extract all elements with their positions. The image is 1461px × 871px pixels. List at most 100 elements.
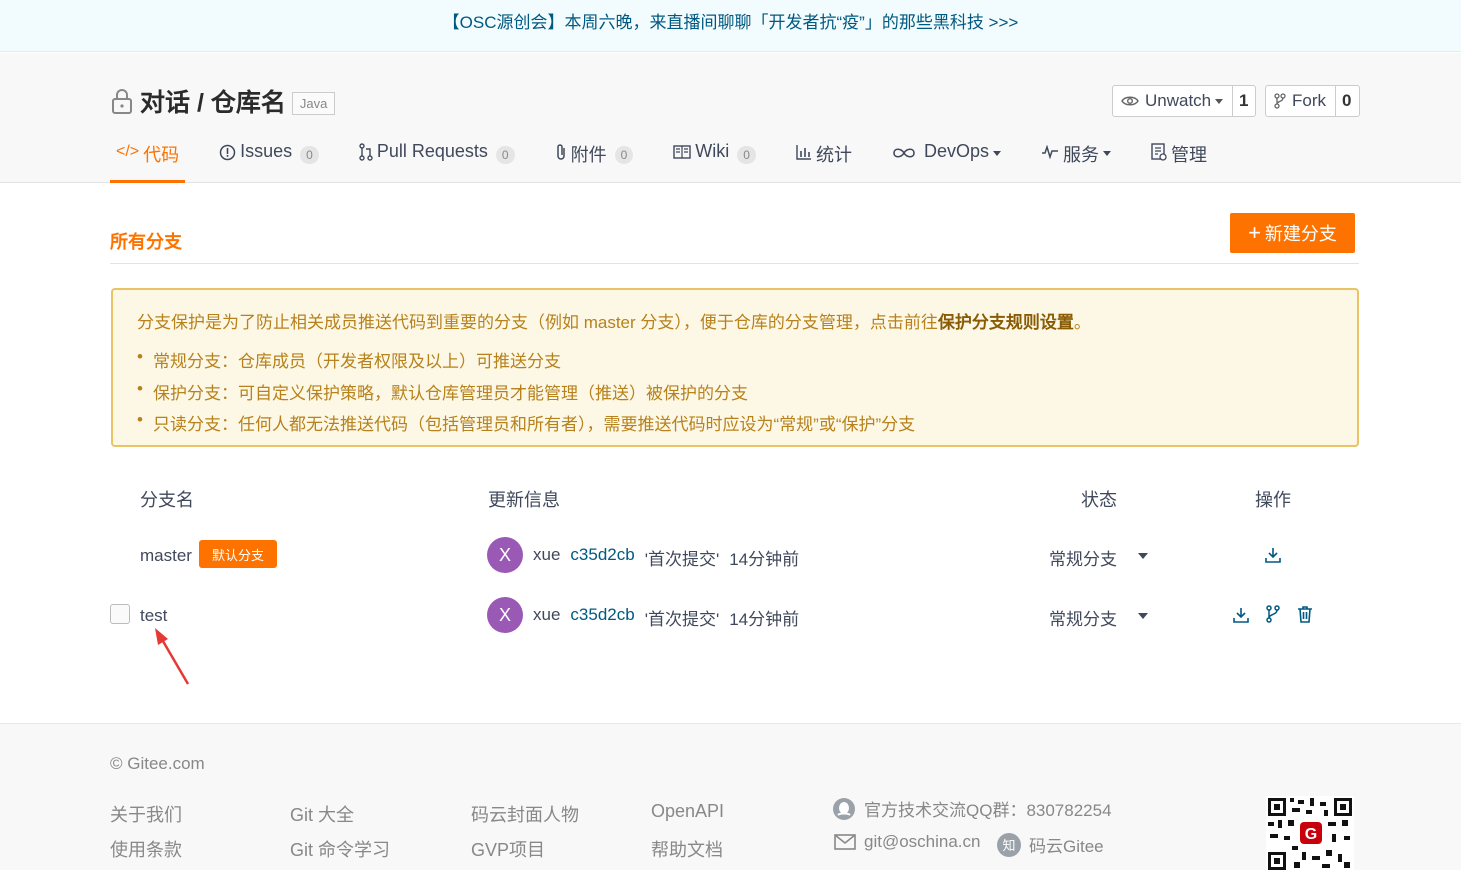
pull-request-icon [359,141,373,161]
footer-link-about[interactable]: 关于我们 [110,801,182,827]
tab-count-badge: 0 [300,146,319,164]
settings-doc-icon [1151,141,1167,161]
chevron-down-icon [1103,151,1112,156]
commit-message: '首次提交' [644,550,720,569]
new-branch-button[interactable]: + 新建分支 [1230,213,1355,253]
repo-name[interactable]: 对话 / 仓库名 [140,83,286,119]
infinity-icon [892,141,916,159]
announcement-link[interactable]: 【OSC源创会】本周六晚，来直播间聊聊「开发者抗“疫”」的那些黑科技 >>> [443,13,1019,32]
branch-status-dropdown[interactable]: 常规分支 [1049,545,1117,570]
copyright: © Gitee.com [110,754,205,773]
commit-hash-link[interactable]: c35d2cb [570,605,634,630]
unwatch-button[interactable]: Unwatch [1113,86,1233,116]
author-link[interactable]: xue [533,605,560,630]
zhihu-link[interactable]: 码云Gitee [1029,832,1104,857]
notice-item-text: 常规分支：仓库成员（开发者权限及以上）可推送分支 [153,352,561,371]
tab-stats[interactable]: 统计 [790,141,858,183]
tab-pull-requests[interactable]: Pull Requests 0 [353,141,521,183]
divider [110,263,1359,264]
chevron-down-icon [993,151,1002,156]
column-header-ops: 操作 [1255,490,1291,510]
column-header-name: 分支名 [140,490,194,510]
code-icon: </> [116,143,140,160]
tab-issues[interactable]: Issues 0 [213,141,325,183]
repo-tabs: </> 代码 Issues 0 Pull Requests 0 附件 0 Wik… [110,141,1241,183]
tab-label: 统计 [815,145,852,165]
fork-button[interactable]: Fork [1266,86,1336,116]
paperclip-icon [555,141,567,161]
footer-link-terms[interactable]: 使用条款 [110,836,182,862]
branch-name-link[interactable]: test [140,606,167,626]
svg-text:G: G [1305,826,1317,843]
notice-item-text: 只读分支：任何人都无法推送代码（包括管理员和所有者），需要推送代码时应设为“常规… [153,415,916,434]
bullet: • [137,410,143,429]
tab-services[interactable]: 服务 [1035,141,1117,183]
notice-item: • 常规分支：仓库成员（开发者权限及以上）可推送分支 [137,347,561,372]
tab-wiki[interactable]: Wiki 0 [667,141,762,183]
branch-protection-notice: 分支保护是为了防止相关成员推送代码到重要的分支（例如 master 分支），便于… [111,288,1359,447]
footer-link-gvp[interactable]: GVP项目 [471,836,545,862]
lock-icon [112,89,132,114]
new-branch-label: 新建分支 [1264,224,1337,244]
chevron-down-icon[interactable] [1138,613,1148,619]
tab-attachments[interactable]: 附件 0 [549,141,640,183]
fork-icon [1274,93,1286,109]
announcement-banner[interactable]: 【OSC源创会】本周六晚，来直播间聊聊「开发者抗“疫”」的那些黑科技 >>> [0,0,1461,52]
protection-rules-link[interactable]: 保护分支规则设置 [938,313,1074,332]
notice-lead-end: 。 [1073,313,1091,332]
commit-message: '首次提交' [644,610,720,629]
tab-count-badge: 0 [737,146,756,164]
tab-label: Issues [240,141,293,161]
tab-label: 管理 [1171,145,1208,165]
avatar[interactable]: X [487,597,523,633]
watch-count[interactable]: 1 [1233,86,1254,116]
footer-link-help[interactable]: 帮助文档 [651,836,723,862]
email-info: git@oschina.cn [834,832,981,852]
arrow-annotation-icon [155,628,190,685]
email-link[interactable]: git@oschina.cn [864,832,981,852]
download-icon[interactable] [1232,606,1250,624]
repo-header: 对话 / 仓库名 Java Unwatch 1 Fork 0 </> 代码 Is… [0,53,1461,183]
section-title: 所有分支 [110,232,182,252]
commit-time: 14分钟前 [729,610,800,629]
branch-name-link[interactable]: master [140,546,192,566]
zhihu-icon: 知 [997,832,1021,857]
commit-hash-link[interactable]: c35d2cb [570,545,634,570]
column-header-update: 更新信息 [488,490,560,510]
qq-icon [833,797,855,820]
tab-label: Pull Requests [376,141,488,161]
download-icon[interactable] [1264,546,1282,564]
tab-label: DevOps [923,141,990,161]
book-icon [673,141,691,159]
default-branch-badge: 默认分支 [199,540,277,568]
merge-branch-icon[interactable] [1264,605,1282,623]
plus-icon: + [1248,220,1261,245]
footer-link-openapi[interactable]: OpenAPI [651,801,724,822]
notice-item: • 只读分支：任何人都无法推送代码（包括管理员和所有者），需要推送代码时应设为“常… [137,410,915,435]
branch-status-dropdown[interactable]: 常规分支 [1049,605,1117,630]
tab-manage[interactable]: 管理 [1145,141,1213,183]
chevron-down-icon[interactable] [1138,553,1148,559]
branch-select-checkbox[interactable] [110,604,130,624]
issue-icon [219,141,236,161]
avatar[interactable]: X [487,537,523,573]
author-link[interactable]: xue [533,545,560,570]
commit-info: xue c35d2cb '首次提交' 14分钟前 [533,605,799,630]
language-badge[interactable]: Java [291,91,336,115]
tab-count-badge: 0 [495,146,515,164]
tab-label: 服务 [1063,145,1100,165]
tab-devops[interactable]: DevOps [886,141,1007,183]
footer-link-git-commands[interactable]: Git 命令学习 [290,836,390,862]
zhihu-info: 知 码云Gitee [997,832,1104,857]
notice-lead-text: 分支保护是为了防止相关成员推送代码到重要的分支（例如 master 分支），便于… [137,313,938,332]
bullet: • [137,347,143,366]
tab-label: 附件 [570,145,607,165]
footer-link-cover-people[interactable]: 码云封面人物 [471,801,579,827]
tab-code[interactable]: </> 代码 [110,141,186,183]
unwatch-label: Unwatch [1145,91,1212,110]
trash-icon[interactable] [1296,605,1314,623]
pulse-icon [1041,141,1059,159]
column-header-status: 状态 [1081,490,1117,510]
footer-link-git-guide[interactable]: Git 大全 [290,801,354,827]
fork-count[interactable]: 0 [1336,86,1357,116]
